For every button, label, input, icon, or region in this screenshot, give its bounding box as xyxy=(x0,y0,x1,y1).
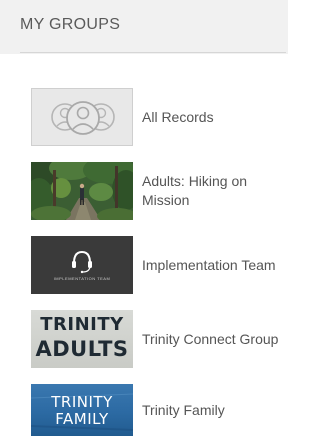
group-item-trinity-connect[interactable]: TRINITY ADULTS Trinity Connect Group xyxy=(31,310,281,368)
forest-trail-photo xyxy=(31,162,133,220)
my-groups-panel: MY GROUPS All Records Adults: Hiking on … xyxy=(0,0,288,437)
group-label: Implementation Team xyxy=(142,256,276,273)
people-outline-icon xyxy=(51,101,115,135)
group-item-trinity-family[interactable]: TRINITY FAMILY Trinity Family xyxy=(31,384,281,436)
thumbnail-caption: IMPLEMENTATION TEAM xyxy=(53,276,111,281)
thumbnail-text-line-1: TRINITY xyxy=(51,393,113,411)
group-label: Adults: Hiking on Mission xyxy=(142,173,248,208)
thumbnail-text-line-2: FAMILY xyxy=(55,410,109,428)
thumbnail-text-line-1: TRINITY xyxy=(40,314,124,335)
thumbnail-text-line-2: ADULTS xyxy=(35,337,129,361)
panel-header: MY GROUPS xyxy=(0,0,288,54)
group-thumbnail: TRINITY FAMILY xyxy=(31,384,133,436)
group-thumbnail: TRINITY ADULTS xyxy=(31,310,133,368)
group-label: Trinity Connect Group xyxy=(142,330,279,347)
header-divider xyxy=(20,52,286,53)
group-item-implementation[interactable]: IMPLEMENTATION TEAM Implementation Team xyxy=(31,236,281,294)
group-item-all-records[interactable]: All Records xyxy=(31,88,281,146)
group-thumbnail xyxy=(31,162,133,220)
group-label: Trinity Family xyxy=(142,401,225,418)
panel-title: MY GROUPS xyxy=(20,16,121,33)
group-item-hiking[interactable]: Adults: Hiking on Mission xyxy=(31,162,281,220)
group-label: All Records xyxy=(142,108,214,125)
headset-icon xyxy=(72,250,92,274)
group-thumbnail: IMPLEMENTATION TEAM xyxy=(31,236,133,294)
group-thumbnail xyxy=(31,88,133,146)
